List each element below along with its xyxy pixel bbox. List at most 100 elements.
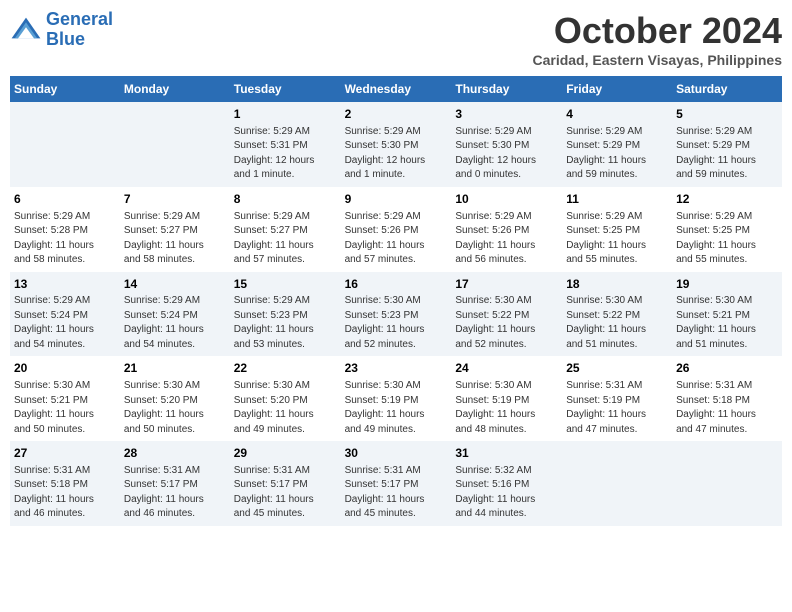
day-number: 22 bbox=[234, 360, 337, 377]
calendar-cell: 15Sunrise: 5:29 AM Sunset: 5:23 PM Dayli… bbox=[230, 272, 341, 357]
day-number: 31 bbox=[455, 445, 558, 462]
day-number: 17 bbox=[455, 276, 558, 293]
location-subtitle: Caridad, Eastern Visayas, Philippines bbox=[532, 52, 782, 68]
calendar-cell: 16Sunrise: 5:30 AM Sunset: 5:23 PM Dayli… bbox=[341, 272, 452, 357]
month-title: October 2024 bbox=[532, 10, 782, 52]
day-info: Sunrise: 5:31 AM Sunset: 5:18 PM Dayligh… bbox=[14, 464, 116, 522]
calendar-cell: 14Sunrise: 5:29 AM Sunset: 5:24 PM Dayli… bbox=[120, 272, 230, 357]
weekday-header-row: SundayMondayTuesdayWednesdayThursdayFrid… bbox=[10, 76, 782, 102]
day-number: 20 bbox=[14, 360, 116, 377]
day-number: 9 bbox=[345, 191, 448, 208]
calendar-cell: 18Sunrise: 5:30 AM Sunset: 5:22 PM Dayli… bbox=[562, 272, 672, 357]
weekday-header: Friday bbox=[562, 76, 672, 102]
day-info: Sunrise: 5:30 AM Sunset: 5:22 PM Dayligh… bbox=[455, 294, 558, 352]
calendar-cell bbox=[120, 102, 230, 187]
logo-line1: General bbox=[46, 9, 113, 29]
day-info: Sunrise: 5:30 AM Sunset: 5:23 PM Dayligh… bbox=[345, 294, 448, 352]
calendar-cell: 19Sunrise: 5:30 AM Sunset: 5:21 PM Dayli… bbox=[672, 272, 782, 357]
calendar-week-row: 6 Sunrise: 5:29 AM Sunset: 5:28 PM Daylig… bbox=[10, 187, 782, 272]
calendar-cell: 24 Sunrise: 5:30 AM Sunset: 5:19 PM Dayli… bbox=[451, 356, 562, 441]
calendar-cell: 9 Sunrise: 5:29 AM Sunset: 5:26 PM Daylig… bbox=[341, 187, 452, 272]
weekday-header: Tuesday bbox=[230, 76, 341, 102]
calendar-cell: 26 Sunrise: 5:31 AM Sunset: 5:18 PM Dayli… bbox=[672, 356, 782, 441]
calendar-cell: 6 Sunrise: 5:29 AM Sunset: 5:28 PM Daylig… bbox=[10, 187, 120, 272]
calendar-cell: 5Sunrise: 5:29 AM Sunset: 5:29 PM Daylig… bbox=[672, 102, 782, 187]
day-info: Sunrise: 5:29 AM Sunset: 5:28 PM Dayligh… bbox=[14, 210, 116, 268]
calendar-cell: 29 Sunrise: 5:31 AM Sunset: 5:17 PM Dayli… bbox=[230, 441, 341, 526]
day-number: 16 bbox=[345, 276, 448, 293]
logo-line2: Blue bbox=[46, 29, 85, 49]
calendar-cell bbox=[10, 102, 120, 187]
day-number: 19 bbox=[676, 276, 778, 293]
calendar-cell: 20 Sunrise: 5:30 AM Sunset: 5:21 PM Dayli… bbox=[10, 356, 120, 441]
day-info: Sunrise: 5:30 AM Sunset: 5:21 PM Dayligh… bbox=[14, 379, 116, 437]
day-info: Sunrise: 5:29 AM Sunset: 5:24 PM Dayligh… bbox=[14, 294, 116, 352]
day-info: Sunrise: 5:29 AM Sunset: 5:24 PM Dayligh… bbox=[124, 294, 226, 352]
calendar-cell: 10 Sunrise: 5:29 AM Sunset: 5:26 PM Dayli… bbox=[451, 187, 562, 272]
day-info: Sunrise: 5:29 AM Sunset: 5:27 PM Dayligh… bbox=[124, 210, 226, 268]
day-info: Sunrise: 5:29 AM Sunset: 5:27 PM Dayligh… bbox=[234, 210, 337, 268]
day-number: 4 bbox=[566, 106, 668, 123]
day-info: Sunrise: 5:29 AM Sunset: 5:30 PM Dayligh… bbox=[455, 125, 558, 183]
calendar-cell bbox=[562, 441, 672, 526]
day-number: 30 bbox=[345, 445, 448, 462]
calendar-cell: 28 Sunrise: 5:31 AM Sunset: 5:17 PM Dayli… bbox=[120, 441, 230, 526]
weekday-header: Monday bbox=[120, 76, 230, 102]
day-number: 1 bbox=[234, 106, 337, 123]
day-number: 3 bbox=[455, 106, 558, 123]
logo-icon bbox=[10, 16, 42, 44]
calendar-week-row: 13Sunrise: 5:29 AM Sunset: 5:24 PM Dayli… bbox=[10, 272, 782, 357]
day-info: Sunrise: 5:29 AM Sunset: 5:26 PM Dayligh… bbox=[345, 210, 448, 268]
day-number: 24 bbox=[455, 360, 558, 377]
day-info: Sunrise: 5:29 AM Sunset: 5:26 PM Dayligh… bbox=[455, 210, 558, 268]
calendar-cell: 12 Sunrise: 5:29 AM Sunset: 5:25 PM Dayli… bbox=[672, 187, 782, 272]
day-info: Sunrise: 5:29 AM Sunset: 5:25 PM Dayligh… bbox=[676, 210, 778, 268]
day-number: 7 bbox=[124, 191, 226, 208]
day-info: Sunrise: 5:30 AM Sunset: 5:19 PM Dayligh… bbox=[455, 379, 558, 437]
day-info: Sunrise: 5:29 AM Sunset: 5:25 PM Dayligh… bbox=[566, 210, 668, 268]
calendar-cell: 25 Sunrise: 5:31 AM Sunset: 5:19 PM Dayli… bbox=[562, 356, 672, 441]
calendar-cell: 23Sunrise: 5:30 AM Sunset: 5:19 PM Dayli… bbox=[341, 356, 452, 441]
day-info: Sunrise: 5:29 AM Sunset: 5:31 PM Dayligh… bbox=[234, 125, 337, 183]
day-number: 27 bbox=[14, 445, 116, 462]
day-number: 26 bbox=[676, 360, 778, 377]
day-number: 12 bbox=[676, 191, 778, 208]
day-info: Sunrise: 5:29 AM Sunset: 5:30 PM Dayligh… bbox=[345, 125, 448, 183]
day-number: 5 bbox=[676, 106, 778, 123]
title-block: October 2024 Caridad, Eastern Visayas, P… bbox=[532, 10, 782, 68]
calendar-cell: 11Sunrise: 5:29 AM Sunset: 5:25 PM Dayli… bbox=[562, 187, 672, 272]
weekday-header: Saturday bbox=[672, 76, 782, 102]
calendar-cell: 3 Sunrise: 5:29 AM Sunset: 5:30 PM Daylig… bbox=[451, 102, 562, 187]
day-number: 28 bbox=[124, 445, 226, 462]
day-info: Sunrise: 5:31 AM Sunset: 5:19 PM Dayligh… bbox=[566, 379, 668, 437]
day-number: 13 bbox=[14, 276, 116, 293]
day-number: 25 bbox=[566, 360, 668, 377]
day-number: 29 bbox=[234, 445, 337, 462]
calendar-cell: 13Sunrise: 5:29 AM Sunset: 5:24 PM Dayli… bbox=[10, 272, 120, 357]
calendar-cell bbox=[672, 441, 782, 526]
calendar-cell: 17Sunrise: 5:30 AM Sunset: 5:22 PM Dayli… bbox=[451, 272, 562, 357]
day-number: 14 bbox=[124, 276, 226, 293]
day-info: Sunrise: 5:29 AM Sunset: 5:29 PM Dayligh… bbox=[566, 125, 668, 183]
day-number: 8 bbox=[234, 191, 337, 208]
day-info: Sunrise: 5:31 AM Sunset: 5:18 PM Dayligh… bbox=[676, 379, 778, 437]
day-info: Sunrise: 5:31 AM Sunset: 5:17 PM Dayligh… bbox=[234, 464, 337, 522]
calendar-cell: 21 Sunrise: 5:30 AM Sunset: 5:20 PM Dayli… bbox=[120, 356, 230, 441]
day-info: Sunrise: 5:31 AM Sunset: 5:17 PM Dayligh… bbox=[345, 464, 448, 522]
day-info: Sunrise: 5:30 AM Sunset: 5:20 PM Dayligh… bbox=[124, 379, 226, 437]
calendar-week-row: 27 Sunrise: 5:31 AM Sunset: 5:18 PM Dayli… bbox=[10, 441, 782, 526]
calendar-cell: 7 Sunrise: 5:29 AM Sunset: 5:27 PM Daylig… bbox=[120, 187, 230, 272]
day-info: Sunrise: 5:30 AM Sunset: 5:19 PM Dayligh… bbox=[345, 379, 448, 437]
day-number: 21 bbox=[124, 360, 226, 377]
weekday-header: Sunday bbox=[10, 76, 120, 102]
calendar-cell: 30 Sunrise: 5:31 AM Sunset: 5:17 PM Dayli… bbox=[341, 441, 452, 526]
calendar-cell: 1 Sunrise: 5:29 AM Sunset: 5:31 PM Daylig… bbox=[230, 102, 341, 187]
page-header: General Blue October 2024 Caridad, Easte… bbox=[10, 10, 782, 68]
calendar-table: SundayMondayTuesdayWednesdayThursdayFrid… bbox=[10, 76, 782, 526]
calendar-cell: 4 Sunrise: 5:29 AM Sunset: 5:29 PM Daylig… bbox=[562, 102, 672, 187]
weekday-header: Wednesday bbox=[341, 76, 452, 102]
day-number: 10 bbox=[455, 191, 558, 208]
day-info: Sunrise: 5:31 AM Sunset: 5:17 PM Dayligh… bbox=[124, 464, 226, 522]
day-number: 2 bbox=[345, 106, 448, 123]
day-number: 6 bbox=[14, 191, 116, 208]
